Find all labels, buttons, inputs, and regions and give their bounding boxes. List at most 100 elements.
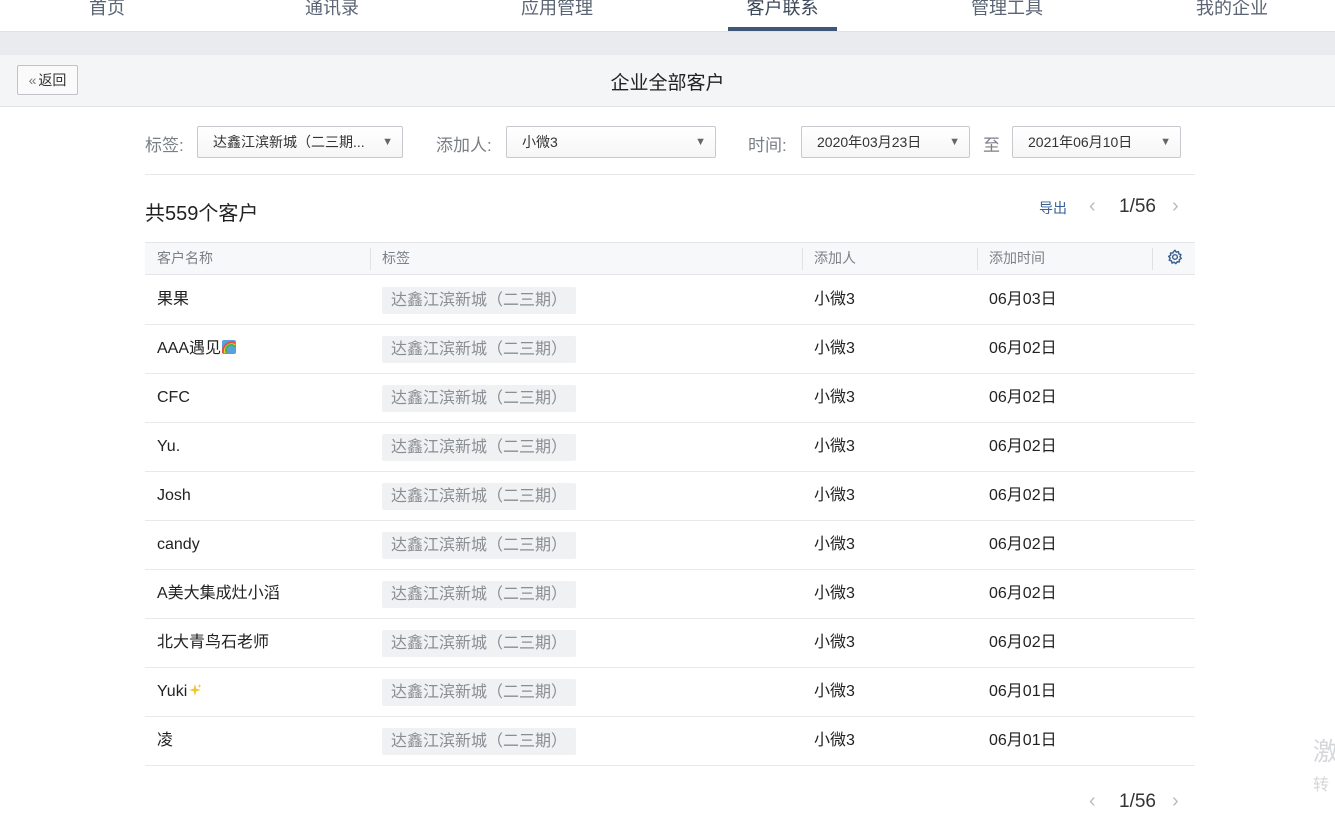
customer-tag: 达鑫江滨新城（二三期） [382,679,577,706]
table-row[interactable]: A美大集成灶小滔 达鑫江滨新城（二三期） 小微3 06月02日 [145,570,1195,619]
table-row[interactable]: 凌 达鑫江滨新城（二三期） 小微3 06月01日 [145,717,1195,766]
customer-name: 北大青鸟石老师 [157,634,270,651]
customer-added-time: 06月01日 [989,732,1057,749]
customer-name: Josh [157,487,191,504]
column-header-time: 添加时间 [989,250,1045,266]
watermark-line-1: 激 [1313,738,1335,766]
customer-added-time: 06月02日 [989,438,1057,455]
customer-tag: 达鑫江滨新城（二三期） [382,532,577,559]
customer-adder: 小微3 [814,340,855,357]
customer-name: AAA遇见 [157,340,222,357]
column-divider [370,248,371,270]
customer-tag: 达鑫江滨新城（二三期） [382,483,577,510]
tag-filter-label: 标签: [145,136,184,155]
customer-added-time: 06月02日 [989,340,1057,357]
dropdown-arrow-icon: ▼ [695,136,706,148]
customer-added-time: 06月02日 [989,585,1057,602]
adder-select-value: 小微3 [522,134,558,150]
nav-item-home[interactable]: 首页 [52,0,162,31]
table-row[interactable]: Yu. 达鑫江滨新城（二三期） 小微3 06月02日 [145,423,1195,472]
table-row[interactable]: Josh 达鑫江滨新城（二三期） 小微3 06月02日 [145,472,1195,521]
dropdown-arrow-icon: ▼ [382,136,393,148]
date-range-to-label: 至 [983,136,1000,155]
start-date-value: 2020年03月23日 [817,134,922,150]
adder-filter-label: 添加人: [436,136,492,155]
chevron-right-icon[interactable]: › [1172,195,1179,218]
nav-item-my-enterprise[interactable]: 我的企业 [1177,0,1287,31]
gear-icon[interactable] [1166,248,1184,266]
customer-adder: 小微3 [814,683,855,700]
dropdown-arrow-icon: ▼ [949,136,960,148]
customer-name: 凌 [157,732,174,749]
customer-tag: 达鑫江滨新城（二三期） [382,287,577,314]
time-filter-label: 时间: [748,136,787,155]
column-header-tag: 标签 [382,250,410,266]
top-nav: 首页 通讯录 应用管理 客户联系 管理工具 我的企业 [0,0,1335,32]
customer-tag: 达鑫江滨新城（二三期） [382,728,577,755]
customer-name-cell: AAA遇见 [157,325,237,373]
chevron-left-icon[interactable]: ‹ [1089,790,1096,813]
page-indicator: 1/56 [1119,791,1156,812]
table-row[interactable]: CFC 达鑫江滨新城（二三期） 小微3 06月02日 [145,374,1195,423]
customer-name: Yu. [157,438,181,455]
customer-added-time: 06月01日 [989,683,1057,700]
customer-added-time: 06月03日 [989,291,1057,308]
page-indicator: 1/56 [1119,196,1156,217]
sparkles-emoji-icon [189,684,202,696]
chevron-right-icon[interactable]: › [1172,790,1179,813]
active-tab-underline [728,27,837,31]
end-date-select[interactable]: 2021年06月10日 ▼ [1012,126,1181,158]
separator-band [0,32,1335,55]
watermark-line-2: 转 [1313,777,1330,794]
customer-name: candy [157,536,200,553]
customer-added-time: 06月02日 [989,536,1057,553]
table-row[interactable]: candy 达鑫江滨新城（二三期） 小微3 06月02日 [145,521,1195,570]
customer-total: 共559个客户 [145,203,259,225]
chevron-left-icon[interactable]: ‹ [1089,195,1096,218]
customer-tag: 达鑫江滨新城（二三期） [382,385,577,412]
customer-adder: 小微3 [814,585,855,602]
customer-adder: 小微3 [814,487,855,504]
table-row[interactable]: 北大青鸟石老师 达鑫江滨新城（二三期） 小微3 06月02日 [145,619,1195,668]
start-date-select[interactable]: 2020年03月23日 ▼ [801,126,970,158]
dropdown-arrow-icon: ▼ [1160,136,1171,148]
export-link[interactable]: 导出 [1039,198,1067,218]
customer-name: 果果 [157,291,190,308]
table-row[interactable]: 果果 达鑫江滨新城（二三期） 小微3 06月03日 [145,276,1195,325]
customer-name: CFC [157,389,190,406]
customer-tag: 达鑫江滨新城（二三期） [382,434,577,461]
table-row[interactable]: Yuki 达鑫江滨新城（二三期） 小微3 06月01日 [145,668,1195,717]
page-title: 企业全部客户 [610,73,725,94]
customer-name: A美大集成灶小滔 [157,585,280,602]
customer-name-cell: Yuki [157,668,202,716]
nav-item-contacts[interactable]: 通讯录 [277,0,387,31]
customer-added-time: 06月02日 [989,487,1057,504]
tag-select[interactable]: 达鑫江滨新城（二三期... ▼ [197,126,403,158]
table-header: 客户名称 标签 添加人 添加时间 [145,242,1195,275]
column-divider [1152,248,1153,270]
adder-select[interactable]: 小微3 ▼ [506,126,716,158]
nav-item-apps[interactable]: 应用管理 [502,0,612,31]
column-header-name: 客户名称 [157,250,213,266]
tag-select-value: 达鑫江滨新城（二三期... [213,134,365,150]
end-date-value: 2021年06月10日 [1028,134,1133,150]
column-header-adder: 添加人 [814,250,856,266]
customer-tag: 达鑫江滨新城（二三期） [382,630,577,657]
table-row[interactable]: AAA遇见 达鑫江滨新城（二三期） 小微3 06月02日 [145,325,1195,374]
column-divider [977,248,978,270]
rainbow-emoji-icon [222,340,237,354]
customer-tag: 达鑫江滨新城（二三期） [382,581,577,608]
customer-adder: 小微3 [814,438,855,455]
customer-added-time: 06月02日 [989,634,1057,651]
customer-adder: 小微3 [814,389,855,406]
nav-item-management-tools[interactable]: 管理工具 [952,0,1062,31]
customer-adder: 小微3 [814,634,855,651]
customer-adder: 小微3 [814,291,855,308]
filter-divider [145,174,1195,175]
customer-name: Yuki [157,683,188,700]
customer-added-time: 06月02日 [989,389,1057,406]
customer-adder: 小微3 [814,732,855,749]
customer-adder: 小微3 [814,536,855,553]
customer-tag: 达鑫江滨新城（二三期） [382,336,577,363]
column-divider [802,248,803,270]
